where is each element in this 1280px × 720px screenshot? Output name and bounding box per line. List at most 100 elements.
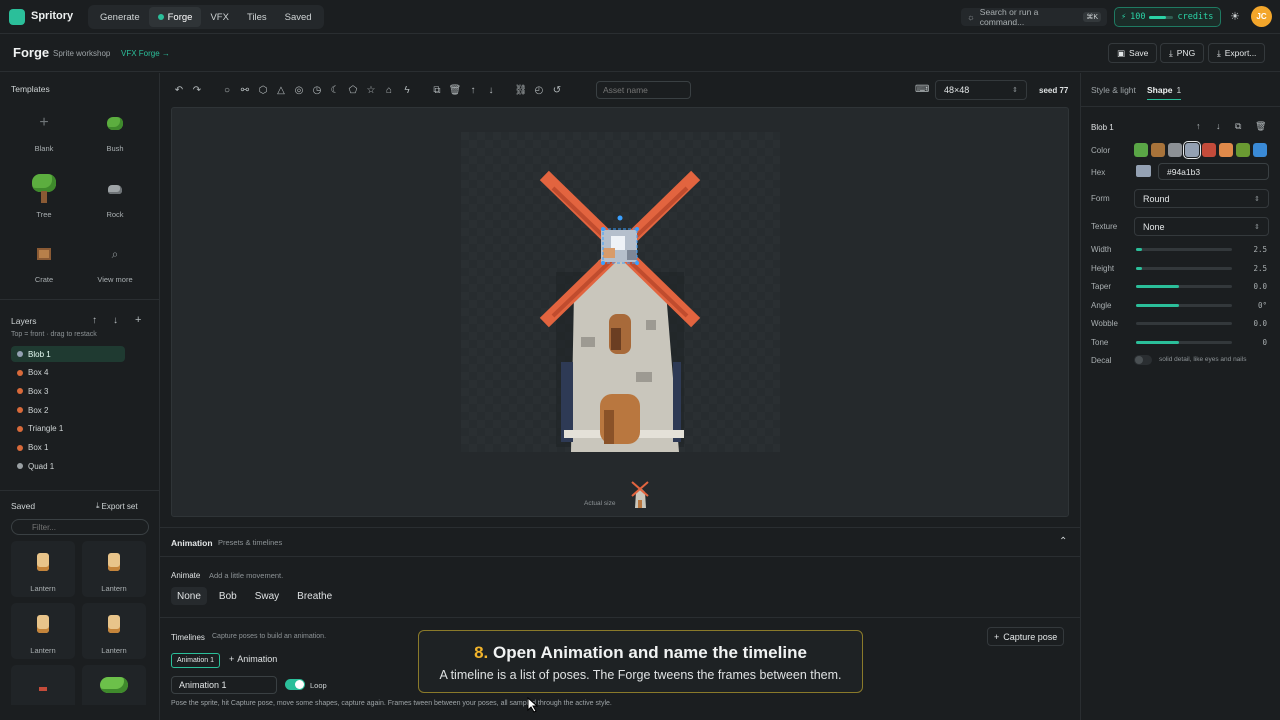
saved-filter-input[interactable] [11,519,149,535]
saved-item[interactable] [82,665,146,705]
preset-sway[interactable]: Sway [249,587,285,605]
preset-bob[interactable]: Bob [213,587,243,605]
nav-saved[interactable]: Saved [276,7,321,27]
cube-tool-icon[interactable]: ⬡ [254,81,272,99]
layer-item[interactable]: Box 3 [11,383,125,399]
main-nav: Generate Forge VFX Tiles Saved [88,5,324,29]
duplicate-icon[interactable]: ⧉ [428,81,446,99]
history-icon[interactable]: ◴ [530,81,548,99]
redo-icon[interactable]: ↷ [188,81,206,99]
link-tool-icon[interactable]: ⚯ [236,81,254,99]
color-swatch[interactable] [1236,143,1250,157]
color-swatch[interactable] [1134,143,1148,157]
keyboard-icon[interactable]: ⌨ [915,84,929,95]
template-crate[interactable]: Crate [14,237,74,284]
star-tool-icon[interactable]: ☆ [362,81,380,99]
collapse-chevron-icon[interactable]: ⌃ [1059,536,1067,547]
texture-select[interactable]: None ⇕ [1134,217,1269,236]
slider-track[interactable] [1136,303,1232,307]
nav-vfx[interactable]: VFX [201,7,237,27]
preset-none[interactable]: None [171,587,207,605]
target-tool-icon[interactable]: ◎ [290,81,308,99]
slider-track[interactable] [1136,341,1232,344]
bolt-tool-icon[interactable]: ϟ [398,81,416,99]
triangle-tool-icon[interactable]: △ [272,81,290,99]
command-search[interactable]: ☼ Search or run a command... ⌘K [961,7,1107,27]
undo-icon[interactable]: ↶ [170,81,188,99]
layer-item[interactable]: Box 2 [11,402,125,418]
slider-track[interactable] [1136,248,1232,251]
add-layer-icon[interactable]: + [135,314,141,326]
layer-item[interactable]: Quad 1 [11,458,125,474]
layer-item[interactable]: Triangle 1 [11,421,125,437]
shape-duplicate-icon[interactable]: ⧉ [1235,121,1241,132]
form-select[interactable]: Round ⇕ [1134,189,1269,208]
layer-item[interactable]: Box 1 [11,440,125,456]
shape-down-icon[interactable]: ↓ [1216,121,1221,131]
clock-tool-icon[interactable]: ◷ [308,81,326,99]
hexagon-tool-icon[interactable]: ⬠ [344,81,362,99]
nav-tiles[interactable]: Tiles [238,7,276,27]
template-bush[interactable]: Bush [85,106,145,153]
nav-generate[interactable]: Generate [91,7,149,27]
color-swatch[interactable] [1219,143,1233,157]
saved-item[interactable]: Lantern [11,541,75,597]
sprite-size-select[interactable]: 48×48 ⇕ [935,80,1027,100]
template-tree[interactable]: Tree [14,172,74,219]
saved-item[interactable]: Lantern [82,603,146,659]
nav-forge[interactable]: Forge [148,7,202,27]
vfx-forge-link[interactable]: VFX Forge → [121,49,170,58]
tab-shape[interactable]: Shape 1 [1147,85,1181,95]
saved-item[interactable]: Lantern [82,541,146,597]
color-swatch[interactable] [1202,143,1216,157]
timeline-chip[interactable]: Animation 1 [171,653,220,668]
sprite-stage[interactable] [461,132,780,452]
avatar[interactable]: JC [1251,6,1272,27]
tab-style-light[interactable]: Style & light [1091,85,1136,95]
credits-badge[interactable]: ⚡ 100 credits [1114,7,1221,27]
asset-name-input[interactable] [596,81,691,99]
circle-tool-icon[interactable]: ○ [218,81,236,99]
add-animation-button[interactable]: + Animation [229,654,277,664]
slider-track[interactable] [1136,322,1232,326]
template-label: Tree [36,210,52,219]
link-icon[interactable]: ⛓ [512,81,530,99]
windmill-sprite[interactable] [461,132,780,452]
layer-item[interactable]: Blob 1 [11,346,125,362]
reset-icon[interactable]: ↺ [548,81,566,99]
capture-pose-button[interactable]: + Capture pose [987,627,1065,646]
color-swatch[interactable] [1253,143,1267,157]
slider-track[interactable] [1136,285,1232,289]
bell-tool-icon[interactable]: ⌂ [380,81,398,99]
moon-tool-icon[interactable]: ☾ [326,81,344,99]
bush-icon [98,106,132,140]
preset-breathe[interactable]: Breathe [291,587,338,605]
move-down-icon[interactable]: ↓ [482,81,500,99]
shape-up-icon[interactable]: ↑ [1196,121,1201,131]
theme-toggle-icon[interactable]: ☀ [1230,10,1240,23]
color-swatch[interactable] [1151,143,1165,157]
slider-track[interactable] [1136,266,1232,270]
template-rock[interactable]: Rock [85,172,145,219]
export-set-button[interactable]: ⤓ Export set [96,501,138,511]
trash-icon[interactable]: 🗑 [446,81,464,99]
loop-toggle[interactable] [285,679,305,690]
color-swatch[interactable] [1185,143,1199,157]
actual-size-label: Actual size [584,500,616,507]
export-button[interactable]: ⤓ Export... [1208,43,1266,63]
color-swatch[interactable] [1168,143,1182,157]
template-view-more[interactable]: ⌕ View more [85,237,145,285]
saved-item[interactable] [11,665,75,705]
timeline-name-input[interactable] [171,676,277,694]
decal-toggle[interactable] [1134,355,1152,365]
shape-delete-icon[interactable]: 🗑 [1255,121,1266,132]
hex-input[interactable] [1158,163,1269,180]
png-button[interactable]: ⤓ PNG [1160,43,1205,63]
saved-item[interactable]: Lantern [11,603,75,659]
layer-item[interactable]: Box 4 [11,365,125,381]
arrow-down-icon[interactable]: ↓ [113,315,118,326]
save-button[interactable]: ▣ Save [1108,43,1158,63]
arrow-up-icon[interactable]: ↑ [92,315,97,326]
template-blank[interactable]: + Blank [14,106,74,153]
move-up-icon[interactable]: ↑ [464,81,482,99]
